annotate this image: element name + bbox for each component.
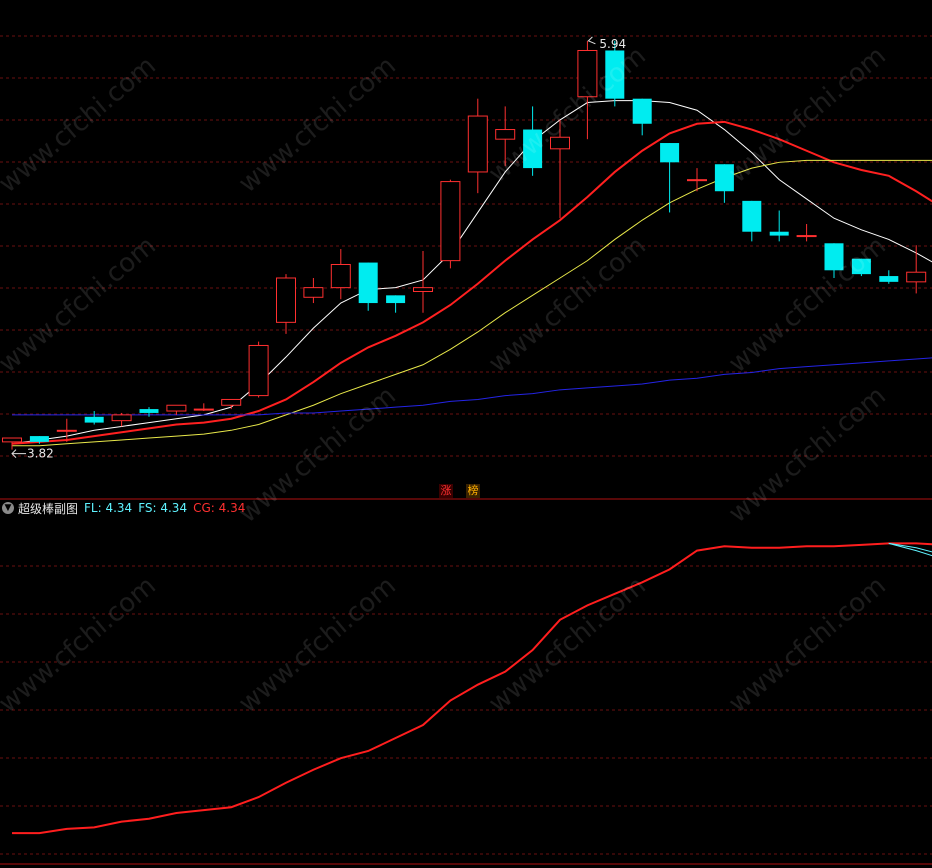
legend-cg: CG: 4.34	[193, 501, 246, 515]
collapse-icon[interactable]: ▼	[2, 502, 14, 514]
candle-body	[303, 287, 324, 298]
indicator-header: ▼ 超级棒副图 FL: 4.34 FS: 4.34 CG: 4.34	[2, 500, 251, 516]
candle-body	[84, 416, 104, 423]
candle-body	[742, 200, 762, 232]
indicator-title: 超级棒副图	[18, 501, 79, 516]
candle-body	[577, 49, 598, 98]
candle-body	[2, 437, 22, 443]
main-price-chart: 5.94 3.82	[0, 35, 932, 500]
candle-body	[796, 235, 817, 238]
candle-body	[906, 271, 927, 283]
candle-body	[550, 136, 570, 150]
low-price-label: 3.82	[27, 447, 54, 461]
candle-body	[687, 179, 707, 182]
candle-body	[386, 295, 406, 304]
indicator-line-fl	[888, 542, 932, 557]
candle-body	[605, 50, 625, 99]
candle-body	[111, 414, 132, 422]
candle-body	[769, 231, 789, 236]
candle-body	[851, 258, 871, 275]
candle-body	[413, 287, 433, 292]
ma-line	[12, 357, 932, 416]
candle-body	[29, 436, 49, 442]
candle-body	[248, 344, 269, 397]
ranking-badge[interactable]: 榜	[466, 484, 480, 498]
candle-body	[632, 98, 652, 124]
candle-body	[56, 429, 77, 432]
high-arrow-icon	[587, 36, 596, 45]
candle-body	[824, 243, 844, 271]
legend-fs: FS: 4.34	[138, 501, 188, 515]
candle-body	[166, 404, 187, 412]
candle-body	[139, 409, 159, 413]
legend-fl: FL: 4.34	[84, 501, 133, 515]
candle-body	[523, 129, 543, 169]
ma-line	[12, 159, 932, 447]
indicator-line-cg	[12, 542, 932, 835]
candle-body	[467, 115, 488, 173]
candle-body	[358, 262, 378, 304]
high-price-label: 5.94	[599, 37, 626, 51]
chart-stage: 5.94 3.82	[0, 0, 932, 868]
candle-body	[495, 129, 516, 140]
candle-body	[276, 277, 296, 323]
limit-up-badge[interactable]: 涨	[439, 484, 453, 498]
candle-body	[193, 408, 214, 411]
candle-body	[330, 263, 351, 289]
candle-body	[714, 164, 734, 192]
indicator-subchart	[0, 542, 932, 865]
candle-body	[660, 143, 680, 163]
candle-body	[879, 276, 899, 282]
candle-body	[440, 181, 461, 262]
candle-body	[221, 398, 242, 406]
